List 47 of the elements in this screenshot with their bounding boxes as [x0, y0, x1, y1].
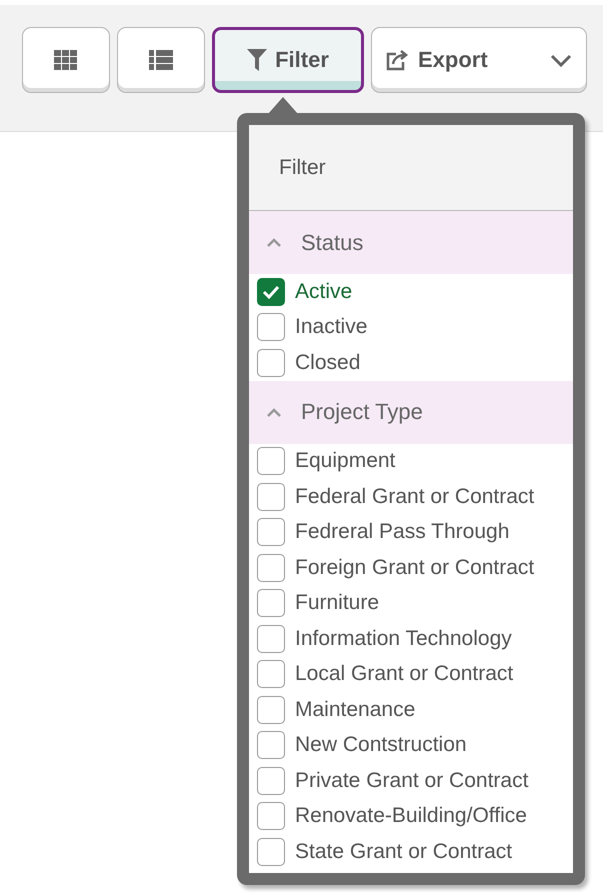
section-title: Status: [301, 230, 364, 256]
check-icon: [262, 284, 280, 299]
list-icon: [149, 50, 173, 70]
option-label[interactable]: New Contstruction: [295, 733, 467, 758]
filter-icon: [247, 49, 268, 71]
filter-button[interactable]: Filter: [212, 27, 364, 93]
option-label[interactable]: Private Grant or Contract: [295, 768, 528, 793]
option-label[interactable]: Local Grant or Contract: [295, 662, 514, 686]
checkbox[interactable]: [257, 482, 285, 511]
grid-button[interactable]: [22, 27, 110, 93]
option-label[interactable]: Equipment: [295, 449, 396, 474]
checkbox[interactable]: [257, 554, 285, 582]
checkbox[interactable]: [257, 348, 285, 377]
chevron-up-icon: [267, 408, 281, 416]
checkbox[interactable]: [257, 278, 285, 306]
section-title: Project Type: [301, 399, 423, 425]
option-label[interactable]: Active: [295, 280, 352, 304]
export-button[interactable]: Export: [371, 27, 587, 93]
option-label[interactable]: State Grant or Contract: [295, 840, 512, 864]
checkbox[interactable]: [257, 447, 285, 476]
option-label[interactable]: Foreign Grant or Contract: [295, 556, 534, 580]
option-label[interactable]: Renovate-Building/Office: [295, 804, 527, 828]
checkbox[interactable]: [257, 802, 285, 830]
checkbox[interactable]: [257, 624, 285, 653]
checkbox[interactable]: [257, 696, 285, 724]
chevron-down-icon: [550, 54, 572, 66]
checkbox[interactable]: [257, 518, 285, 546]
option-label[interactable]: Inactive: [295, 315, 368, 340]
checkbox[interactable]: [257, 589, 285, 618]
checkbox[interactable]: [257, 313, 285, 342]
checkbox[interactable]: [257, 766, 285, 795]
option-label[interactable]: Furniture: [295, 591, 380, 616]
checkbox[interactable]: [257, 660, 285, 688]
option-label[interactable]: Closed: [295, 350, 360, 375]
list-button[interactable]: [117, 27, 205, 93]
popover-title: Filter: [249, 125, 573, 211]
option-label[interactable]: Maintenance: [295, 698, 416, 722]
section-header[interactable]: Status: [249, 211, 573, 274]
export-icon: [386, 49, 410, 71]
option-label[interactable]: Fedreral Pass Through: [295, 520, 510, 544]
checkbox[interactable]: [257, 838, 285, 866]
section-header[interactable]: Project Type: [249, 380, 573, 444]
chevron-up-icon: [267, 238, 281, 247]
grid-icon: [54, 50, 78, 70]
checkbox[interactable]: [257, 731, 285, 760]
option-label[interactable]: Information Technology: [295, 626, 512, 651]
option-label[interactable]: Federal Grant or Contract: [295, 484, 534, 509]
